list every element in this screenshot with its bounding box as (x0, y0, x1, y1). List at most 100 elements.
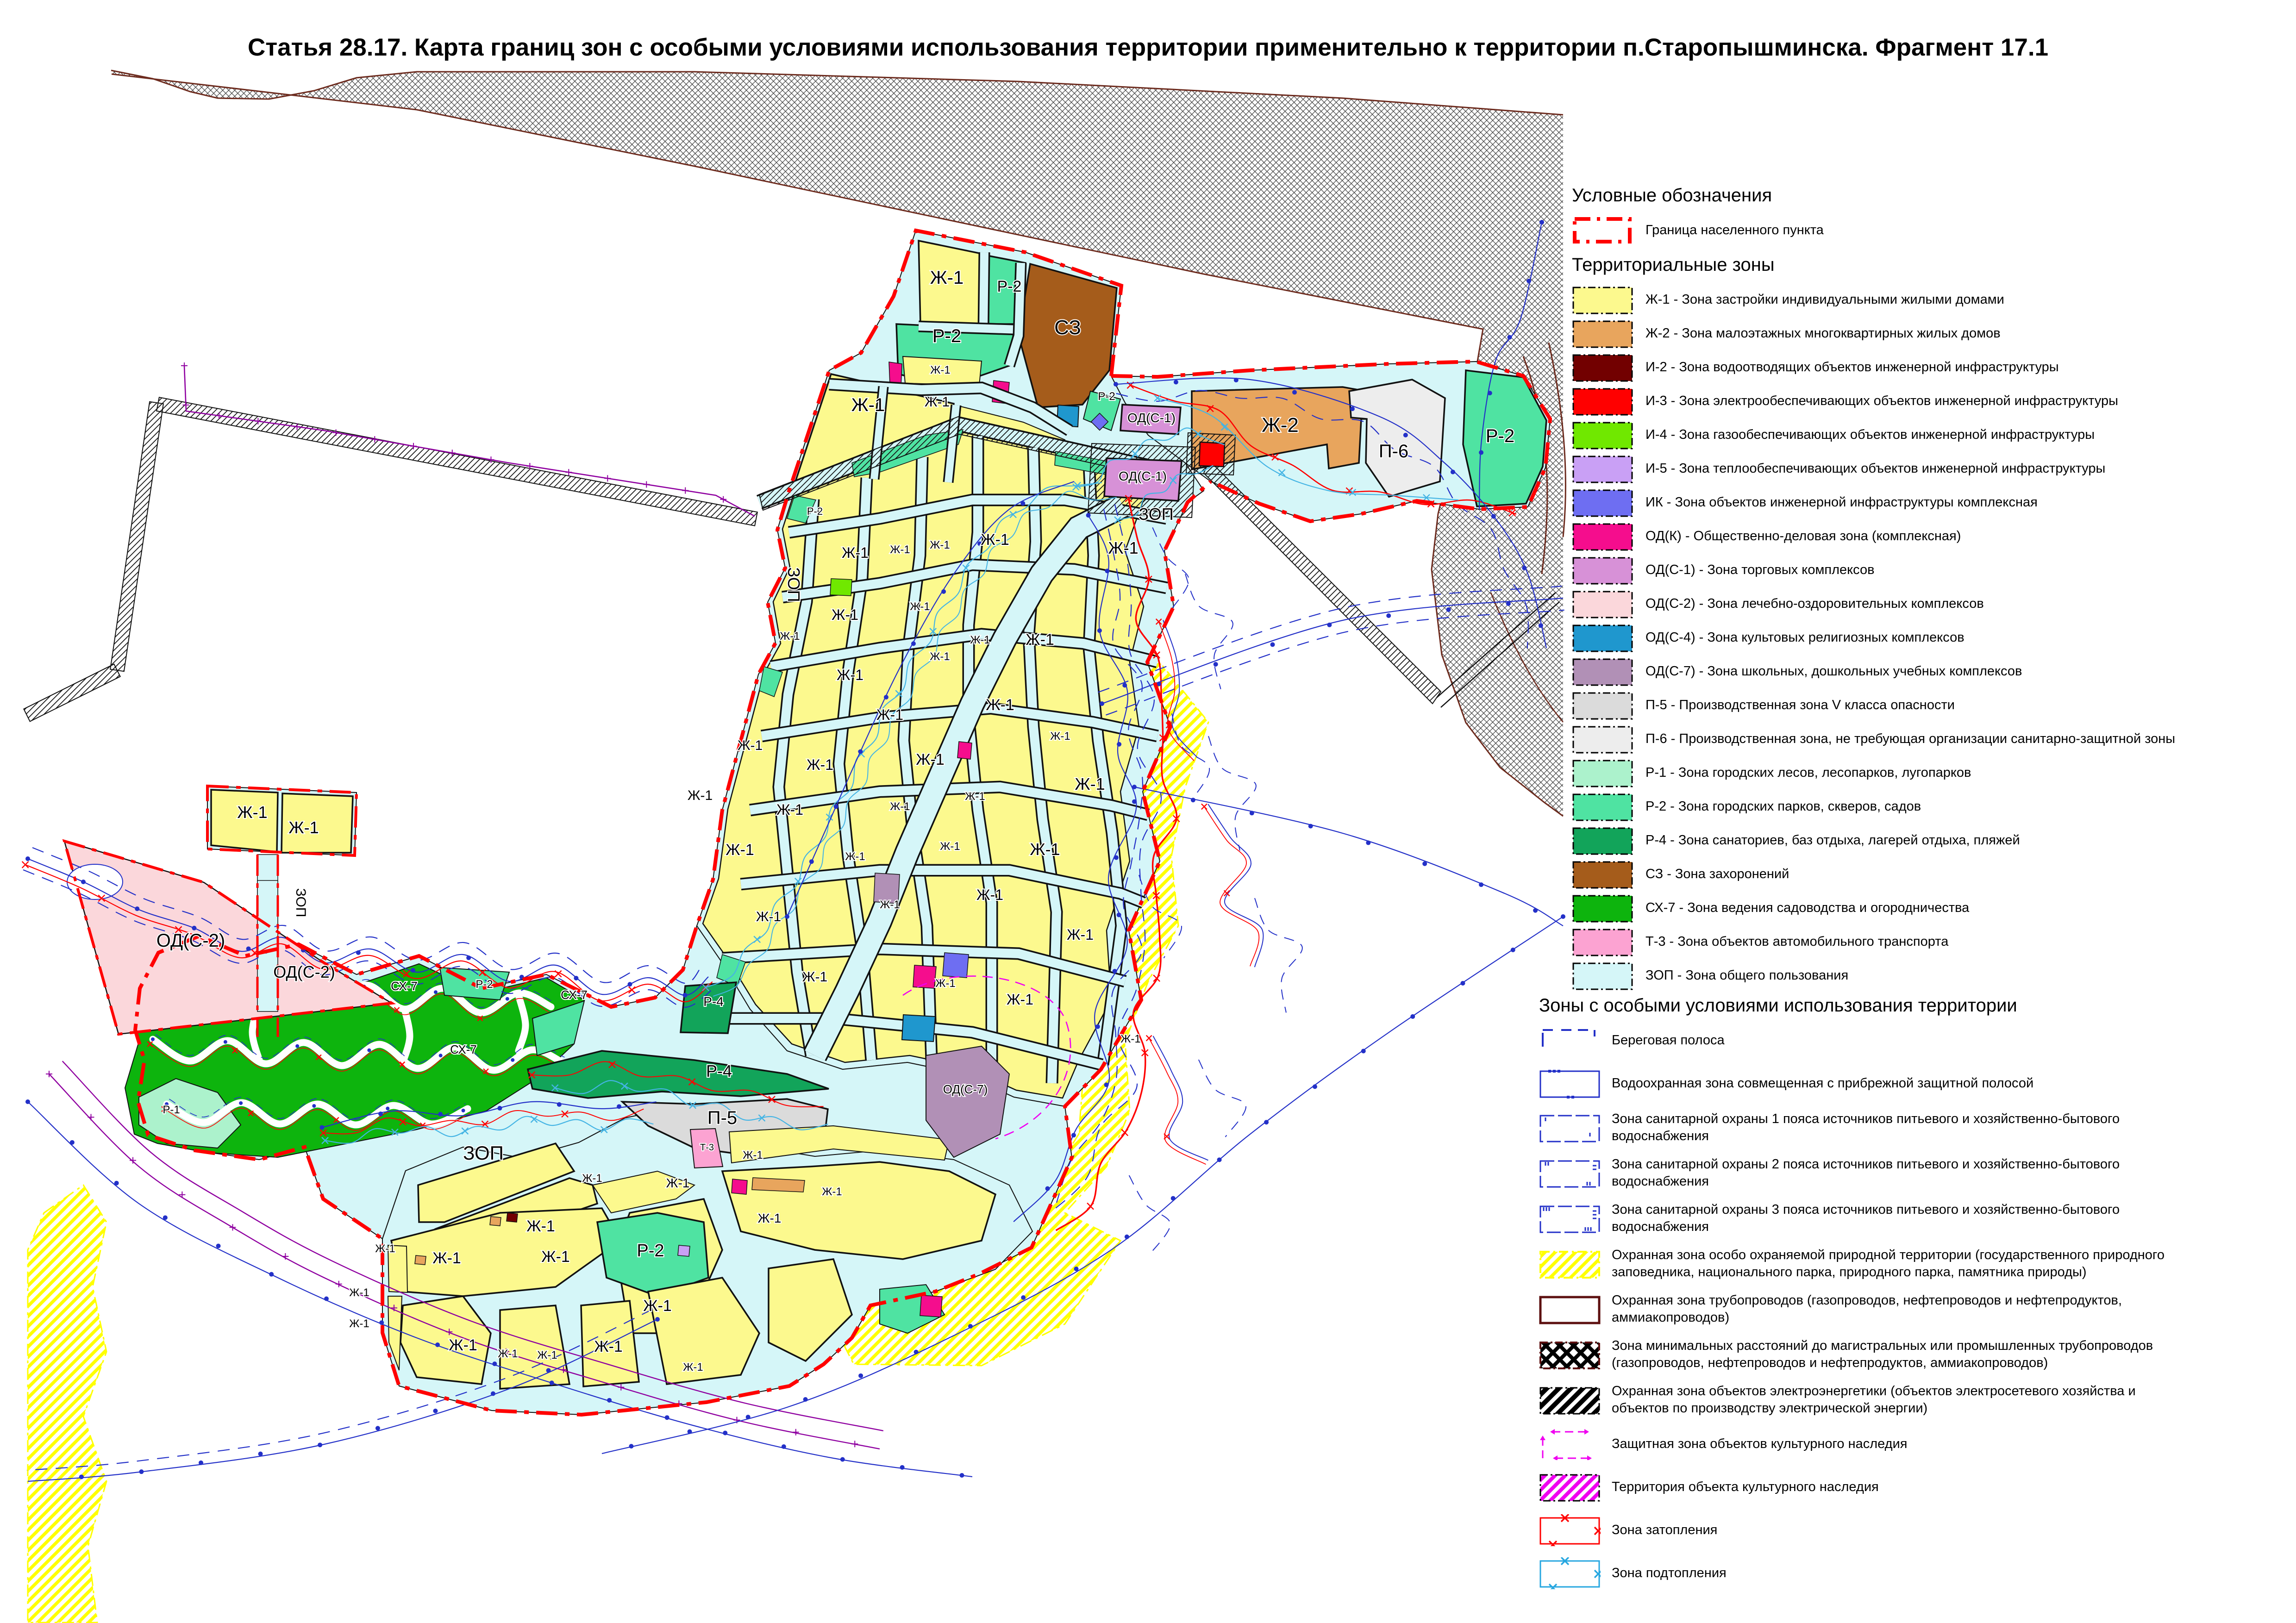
zone-label: Ж-1 (986, 696, 1014, 714)
map-geometry-circle (665, 1415, 669, 1420)
legend-swatch-graphic (1539, 1428, 1601, 1460)
map-geometry-circle (163, 1215, 168, 1220)
zone-label: Ж-1 (776, 801, 803, 818)
legend-zone-17-label: СЗ - Зона захоронений (1633, 866, 1789, 883)
zone-label: Ж-1 (594, 1338, 623, 1355)
legend-special-10-label: Территория объекта культурного наследия (1601, 1479, 1879, 1496)
legend-swatch-graphic (1539, 1024, 1601, 1056)
legend-swatch-graphic (1539, 1384, 1601, 1416)
legend-swatch-graphic (1572, 926, 1633, 958)
legend-swatch-graphic: Зона санитарной охраны 3 пояса источнико… (1612, 1202, 2120, 1217)
legend-swatch-graphic (1572, 214, 1633, 246)
legend-swatch-graphic: Зона санитарной охраны 1 пояса источнико… (1612, 1111, 2120, 1126)
zone-label: Ж-1 (1075, 774, 1105, 793)
legend-boundary-label: Граница населенного пункта (1633, 222, 1824, 239)
legend-zone-5: И-5 - Зона теплообеспечивающих объектов … (1572, 453, 2294, 485)
map-geometry-circle (375, 1426, 380, 1430)
zone-label: ЗОП (1139, 505, 1173, 524)
map-geometry-path (1149, 1038, 1206, 1165)
zone-label: Р-4 (703, 994, 724, 1009)
map-geometry-circle (617, 1104, 621, 1109)
legend-swatch-graphic (1573, 524, 1632, 550)
map-geometry-circle (1361, 1049, 1366, 1053)
legend-special-4-label: Зона санитарной охраны 3 пояса источнико… (1601, 1201, 2120, 1236)
map-geometry-circle (1292, 390, 1297, 394)
zone-label: ОД(С-2) (273, 962, 335, 981)
map-geometry-path (565, 469, 572, 475)
zone-label: ОД(С-7) (943, 1082, 988, 1096)
legend-zone-19-label: Т-3 - Зона объектов автомобильного транс… (1633, 933, 1948, 950)
map-geometry-circle (70, 1140, 75, 1145)
legend-swatch-graphic (1540, 1342, 1599, 1368)
zone-label: Ж-1 (666, 1176, 690, 1190)
legend-special-8-label: Охранная зона объектов электроэнергетики… (1601, 1383, 2136, 1417)
legend-swatch-graphic: Ж-1 - Зона застройки индивидуальными жил… (1645, 292, 2004, 307)
zone-label: ОД(С-1) (1127, 411, 1176, 425)
zone-label: Р-2 (932, 326, 961, 346)
zone-label: Ж-1 (890, 543, 910, 556)
legend-zone-19-swatch (1572, 926, 1633, 958)
legend-special-7-label: Зона минимальных расстояний до магистрал… (1601, 1337, 2153, 1372)
zone-label: ОД(С-1) (1119, 469, 1167, 483)
map-geometry-circle (627, 982, 632, 986)
legend-zone-15-swatch (1572, 791, 1633, 823)
map-geometry-circle (438, 1112, 443, 1117)
map-geometry-path (490, 1217, 501, 1226)
map-geometry-circle (435, 1342, 440, 1347)
legend-swatch-graphic: ОД(С-1) - Зона торговых комплексов (1645, 562, 1875, 577)
zone-label: ЗОП (784, 567, 803, 602)
legend-swatch-graphic: аммиакопроводов) (1612, 1310, 1729, 1325)
map-geometry-circle (319, 1125, 324, 1130)
map-geometry-path (913, 965, 936, 988)
legend-swatch-graphic (1545, 1162, 1596, 1186)
legend-special-11-swatch (1539, 1514, 1601, 1546)
legend-zone-4: И-4 - Зона газообеспечивающих объектов и… (1572, 419, 2294, 451)
map-geometry-circle (79, 1474, 84, 1479)
map-geometry-path (629, 986, 635, 993)
map-geometry-path (24, 664, 120, 722)
zone-label: Ж-1 (758, 1211, 782, 1225)
zone-label: Ж-1 (822, 1186, 842, 1198)
zone-label: Ж-1 (349, 1286, 369, 1299)
legend-swatch-graphic (1540, 1518, 1599, 1544)
zone-label: Ж-1 (541, 1248, 570, 1266)
map-geometry-circle (782, 1444, 786, 1449)
map-geometry-path (181, 362, 188, 369)
legend-swatch-graphic: заповедника, национального парка, природ… (1612, 1265, 2087, 1280)
zone-label: Р-2 (1098, 390, 1115, 403)
map-geometry-circle (1511, 948, 1515, 952)
legend-special-3-swatch (1539, 1157, 1601, 1189)
legend-zone-12-label: П-5 - Производственная зона V класса опа… (1633, 697, 1955, 714)
legend-swatch-graphic (1572, 723, 1633, 755)
legend-zone-16-label: Р-4 - Зона санаториев, баз отдыха, лагер… (1633, 832, 2020, 849)
map-geometry-path (830, 579, 852, 596)
legend-swatch-graphic (1543, 1030, 1595, 1047)
legend-special-3-label: Зона санитарной охраны 2 пояса источнико… (1601, 1156, 2120, 1190)
map-geometry-circle (1132, 799, 1137, 804)
map-geometry-circle (1386, 613, 1391, 618)
legend-swatch-graphic (1573, 659, 1632, 685)
legend-swatch-graphic (1573, 355, 1632, 381)
map-geometry-circle (858, 1373, 863, 1378)
map-geometry-circle (803, 1397, 808, 1402)
map-geometry-path (156, 397, 757, 525)
legend-swatch-graphic (1539, 1557, 1601, 1589)
legend-swatch-graphic: Зона санитарной охраны 2 пояса источнико… (1612, 1157, 2120, 1172)
legend-special-7-swatch (1539, 1339, 1601, 1371)
zone-label: Ж-1 (1026, 631, 1054, 649)
zone-label: Ж-1 (845, 850, 865, 863)
legend-special-5-swatch (1539, 1248, 1601, 1280)
legend-zone-9-swatch (1572, 588, 1633, 620)
legend-swatch-graphic (1543, 1432, 1590, 1458)
legend-swatch-graphic (1544, 1207, 1596, 1231)
zone-label: Ж-1 (925, 394, 950, 410)
legend-zone-2: И-2 - Зона водоотводящих объектов инжене… (1572, 351, 2294, 383)
map-geometry-circle (1095, 1024, 1100, 1029)
legend-swatch-graphic (1572, 520, 1633, 552)
legend-special-9-label: Защитная зона объектов культурного насле… (1601, 1436, 1907, 1453)
legend-special-6-swatch (1539, 1293, 1601, 1325)
zone-label: Ж-2 (1262, 414, 1299, 437)
legend-special-2: Зона санитарной охраны 1 пояса источнико… (1539, 1111, 2296, 1145)
legend-zone-0: Ж-1 - Зона застройки индивидуальными жил… (1572, 284, 2294, 316)
legend-zone-1: Ж-2 - Зона малоэтажных многоквартирных ж… (1572, 318, 2294, 350)
